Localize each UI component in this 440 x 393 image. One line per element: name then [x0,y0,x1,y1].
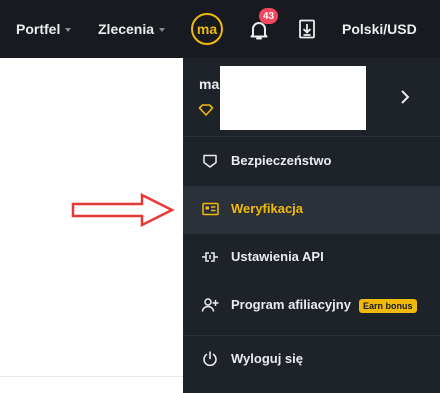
vip-diamond-icon [198,104,214,116]
content-divider [0,376,184,377]
top-navigation-bar: Portfel Zlecenia ma 43 Polski/USD [0,0,440,58]
chevron-right-icon[interactable] [399,89,411,105]
caret-down-icon [159,27,166,32]
menu-item-api-settings[interactable]: Ustawienia API [183,234,440,282]
redacted-area [220,66,366,130]
api-icon [201,248,219,266]
menu-item-security-label: Bezpieczeństwo [231,153,332,168]
download-icon[interactable] [297,19,317,39]
id-card-icon [201,200,219,218]
menu-item-api-label: Ustawienia API [231,249,324,264]
menu-item-affiliate-program[interactable]: Program afiliacyjny Earn bonus [183,282,440,330]
menu-item-verification[interactable]: Weryfikacja [183,186,440,234]
menu-item-verification-label: Weryfikacja [231,201,304,216]
user-avatar-button[interactable]: ma [191,13,223,45]
add-user-icon [201,296,219,314]
language-label: Polski/USD [342,21,417,37]
nav-zlecenia-menu[interactable]: Zlecenia [98,19,166,39]
menu-item-affiliate-label: Program afiliacyjny [231,297,351,312]
avatar-initials: ma [196,21,218,37]
account-dropdown-panel: ma Bezpieczeństwo Weryfikacja Ustawienia… [183,58,440,393]
menu-item-logout[interactable]: Wyloguj się [183,335,440,383]
annotation-arrow-icon [71,192,175,228]
nav-zlecenia-label: Zlecenia [98,21,155,37]
profile-name: ma [199,76,220,92]
profile-summary[interactable]: ma [183,58,440,137]
power-icon [201,350,219,368]
earn-bonus-badge: Earn bonus [359,299,417,313]
caret-down-icon [65,27,72,32]
language-currency-selector[interactable]: Polski/USD [342,19,417,39]
shield-icon [201,152,219,170]
menu-item-logout-label: Wyloguj się [231,351,303,366]
notification-count-badge: 43 [259,8,279,24]
nav-portfel-menu[interactable]: Portfel [16,19,72,39]
nav-portfel-label: Portfel [16,21,61,37]
menu-item-security[interactable]: Bezpieczeństwo [183,138,440,186]
notification-count: 43 [263,10,275,22]
